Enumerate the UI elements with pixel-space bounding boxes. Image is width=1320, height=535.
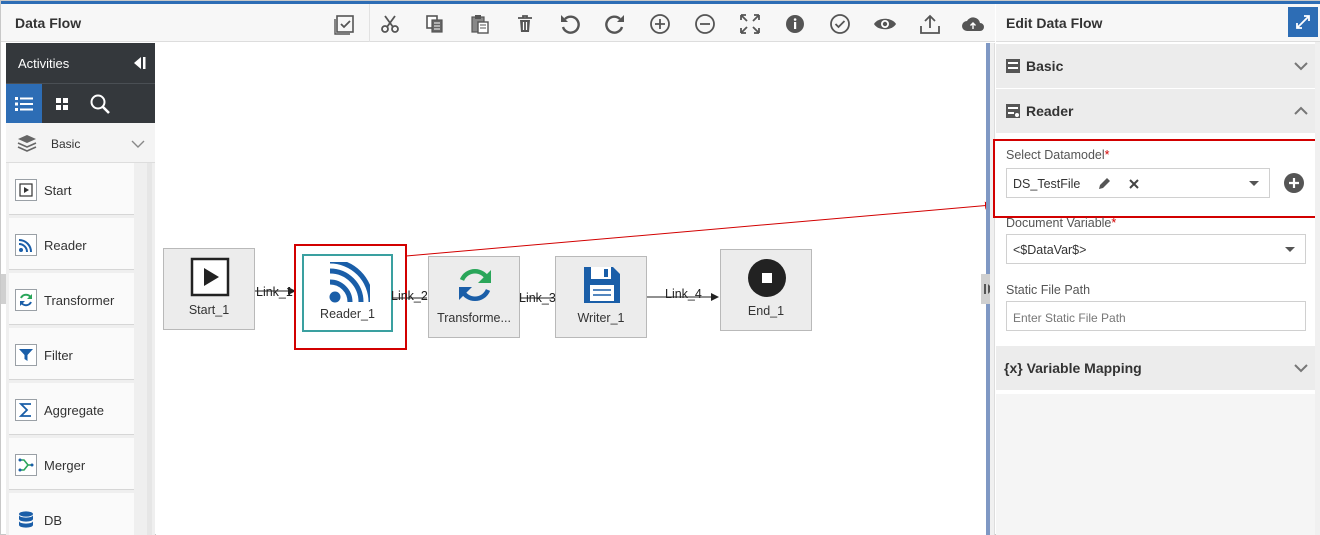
- merge-icon: [15, 454, 37, 476]
- activities-palette: Activities Basic Start Reader Transforme…: [6, 43, 155, 535]
- zoom-in-icon[interactable]: [642, 8, 678, 40]
- search-icon[interactable]: [82, 84, 118, 124]
- link-label[interactable]: Link_3: [519, 291, 556, 305]
- stop-icon: [747, 258, 787, 298]
- palette-item-label: Filter: [44, 348, 73, 363]
- node-label: Transforme...: [437, 311, 511, 325]
- panel-title: Edit Data Flow: [1006, 15, 1103, 31]
- static-path-placeholder: Enter Static File Path: [1013, 311, 1126, 325]
- link-label[interactable]: Link_1: [256, 285, 293, 299]
- filter-icon: [15, 344, 37, 366]
- cut-icon[interactable]: [372, 8, 408, 40]
- required-marker: *: [1111, 216, 1117, 230]
- refresh-icon: [455, 265, 495, 305]
- toolbar-divider: [369, 4, 370, 42]
- page-title: Data Flow: [15, 15, 82, 31]
- redo-icon[interactable]: [597, 8, 633, 40]
- edit-panel: Edit Data Flow Basic Reader Select Datam…: [993, 4, 1320, 535]
- section-label: {x} Variable Mapping: [1004, 360, 1142, 376]
- link-label[interactable]: Link_2: [391, 289, 428, 303]
- zoom-out-icon[interactable]: [687, 8, 723, 40]
- reader-form-icon: [1005, 103, 1021, 119]
- static-path-label: Static File Path: [1006, 283, 1091, 297]
- sigma-icon: [15, 399, 37, 421]
- palette-item-transformer[interactable]: Transformer: [9, 273, 134, 325]
- category-dropdown[interactable]: Basic: [6, 123, 155, 163]
- palette-item-aggregate[interactable]: Aggregate: [9, 383, 134, 435]
- palette-item-db[interactable]: DB: [9, 493, 134, 535]
- play-icon: [190, 257, 230, 297]
- validate-icon[interactable]: [327, 8, 363, 40]
- copy-icon[interactable]: [417, 8, 453, 40]
- static-path-input[interactable]: Enter Static File Path: [1006, 301, 1306, 331]
- node-label: Writer_1: [577, 311, 625, 325]
- palette-item-reader[interactable]: Reader: [9, 218, 134, 270]
- paste-icon[interactable]: [462, 8, 498, 40]
- list-view-tab[interactable]: [6, 84, 42, 124]
- palette-item-list: Start Reader Transformer Filter Aggregat…: [6, 163, 155, 535]
- node-writer[interactable]: Writer_1: [555, 256, 647, 338]
- palette-item-start[interactable]: Start: [9, 163, 134, 215]
- header: Data Flow: [1, 4, 995, 42]
- docvar-label: Document Variable*: [1006, 216, 1117, 230]
- save-icon: [582, 265, 622, 305]
- play-icon: [15, 179, 37, 201]
- palette-scrollbar[interactable]: [147, 163, 152, 535]
- fit-screen-icon[interactable]: [732, 8, 768, 40]
- flow-canvas[interactable]: Start_1 Reader_1 Transforme... Writer_1 …: [156, 43, 986, 535]
- palette-header: Activities: [6, 43, 155, 83]
- check-circle-icon[interactable]: [822, 8, 858, 40]
- panel-scrollbar[interactable]: [1315, 42, 1320, 535]
- refresh-icon: [15, 289, 37, 311]
- section-variable-mapping[interactable]: {x} Variable Mapping: [996, 346, 1320, 390]
- database-icon: [15, 509, 37, 531]
- chevron-down-icon: [1293, 58, 1309, 74]
- info-icon[interactable]: [777, 8, 813, 40]
- section-reader[interactable]: Reader: [996, 89, 1320, 133]
- node-transformer[interactable]: Transforme...: [428, 256, 520, 338]
- cloud-icon[interactable]: [955, 8, 991, 40]
- link-label[interactable]: Link_4: [665, 287, 702, 301]
- palette-item-label: Aggregate: [44, 403, 104, 418]
- palette-item-label: Transformer: [44, 293, 115, 308]
- node-start[interactable]: Start_1: [163, 248, 255, 330]
- node-label: End_1: [747, 304, 785, 318]
- rss-icon: [15, 234, 37, 256]
- grid-view-tab[interactable]: [44, 84, 80, 124]
- chevron-down-icon: [1293, 360, 1309, 376]
- preview-eye-icon[interactable]: [867, 8, 903, 40]
- panel-empty-area: [996, 394, 1320, 535]
- palette-title: Activities: [18, 56, 70, 71]
- node-end[interactable]: End_1: [720, 249, 812, 331]
- palette-item-label: Start: [44, 183, 72, 198]
- collapse-left-icon[interactable]: [131, 55, 147, 71]
- node-label: Start_1: [188, 303, 230, 317]
- form-icon: [1005, 58, 1021, 74]
- chevron-down-icon: [131, 136, 145, 154]
- panel-header: Edit Data Flow: [996, 4, 1320, 42]
- section-label: Basic: [1026, 58, 1064, 74]
- app-window: Data Flow Activities Basic Start Reader …: [0, 0, 1320, 535]
- palette-item-filter[interactable]: Filter: [9, 328, 134, 380]
- upload-icon[interactable]: [912, 8, 948, 40]
- delete-icon[interactable]: [507, 8, 543, 40]
- chevron-up-icon: [1293, 103, 1309, 119]
- palette-item-label: Merger: [44, 458, 86, 473]
- panel-gutter: [990, 43, 995, 535]
- palette-item-label: DB: [44, 513, 63, 528]
- datamodel-highlight-box: [993, 139, 1319, 218]
- section-basic[interactable]: Basic: [996, 44, 1320, 88]
- category-label: Basic: [51, 137, 81, 151]
- palette-item-merger[interactable]: Merger: [9, 438, 134, 490]
- dropdown-caret-icon: [1285, 247, 1295, 252]
- docvar-value: <$DataVar$>: [1013, 243, 1087, 257]
- palette-tabs: [6, 83, 155, 124]
- section-label: Reader: [1026, 103, 1074, 119]
- layers-icon: [17, 134, 37, 157]
- expand-icon[interactable]: [1288, 7, 1318, 37]
- document-variable-select[interactable]: <$DataVar$>: [1006, 234, 1306, 264]
- palette-item-label: Reader: [44, 238, 87, 253]
- undo-icon[interactable]: [552, 8, 588, 40]
